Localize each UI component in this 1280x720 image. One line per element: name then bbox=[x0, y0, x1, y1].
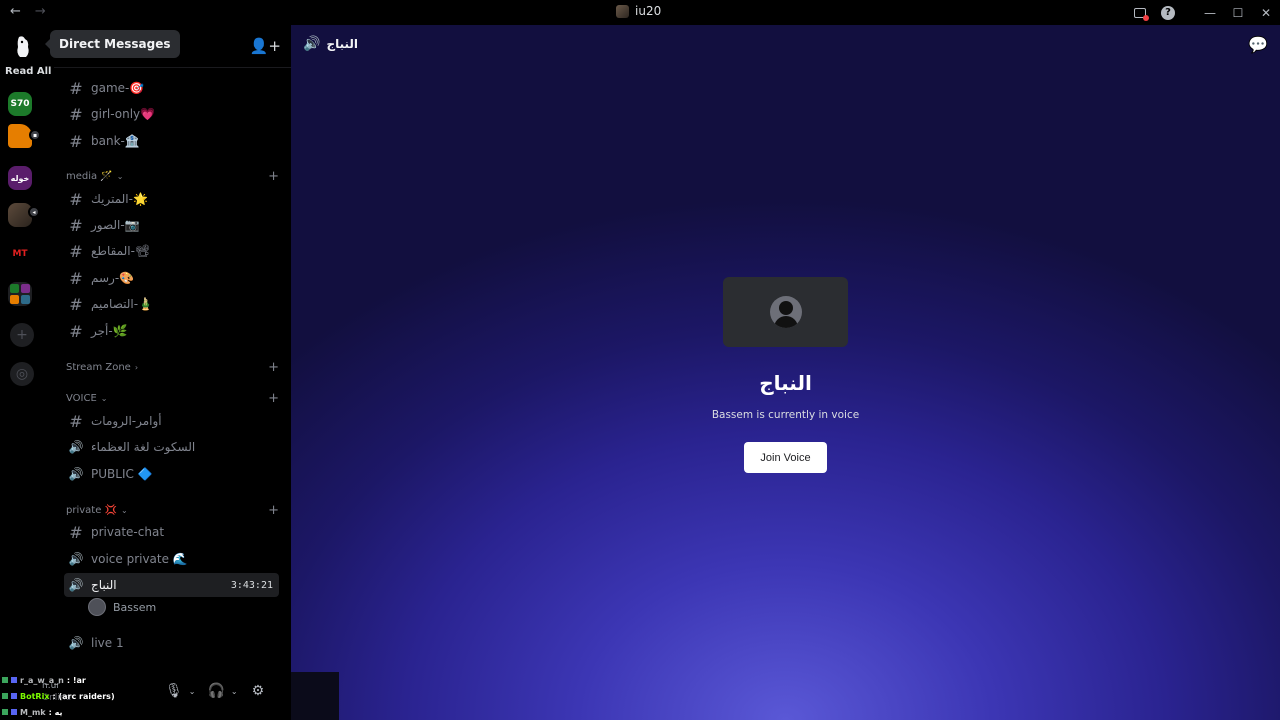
category-voice[interactable]: VOICE ⌄ + bbox=[66, 390, 279, 406]
voice-status-text: Bassem is currently in voice bbox=[711, 409, 860, 421]
speaker-icon: 🔊 bbox=[68, 467, 84, 481]
create-channel-plus-icon[interactable]: + bbox=[268, 503, 279, 518]
hashtag-icon: # bbox=[69, 268, 83, 288]
hashtag-icon: # bbox=[69, 294, 83, 314]
create-channel-plus-icon[interactable]: + bbox=[268, 360, 279, 375]
speaker-icon: 🔊 bbox=[68, 636, 84, 650]
title-bar: ← → iu20 ? — ☐ ✕ bbox=[0, 0, 1280, 25]
channel-private-chat[interactable]: # private-chat bbox=[64, 520, 279, 544]
server-icon-1[interactable]: S70 bbox=[8, 92, 32, 116]
hashtag-icon: # bbox=[69, 522, 83, 542]
back-arrow-icon[interactable]: ← bbox=[10, 4, 21, 19]
help-icon[interactable]: ? bbox=[1154, 0, 1182, 25]
overlay-strip bbox=[291, 672, 339, 720]
hashtag-icon: # bbox=[69, 321, 83, 341]
channel-header: 🔊 النباج 💬 bbox=[291, 25, 1280, 63]
category-media[interactable]: media 🪄 ⌄ + bbox=[66, 168, 279, 184]
window-controls: ? — ☐ ✕ bbox=[1126, 0, 1280, 25]
speaker-icon: 🔊 bbox=[68, 578, 84, 592]
discover-servers-icon[interactable]: ◎ bbox=[10, 362, 34, 386]
channel-voice-silence[interactable]: 🔊 السكوت لغة العظماء bbox=[64, 435, 279, 459]
hashtag-icon: # bbox=[69, 189, 83, 209]
channel-sidebar: 👤+ # game-🎯 # girl-only💗 # bank-🏦 media … bbox=[54, 25, 291, 720]
server-2-voice-badge-icon: ▪ bbox=[29, 129, 41, 141]
maximize-button[interactable]: ☐ bbox=[1224, 0, 1252, 25]
voice-user-bassem[interactable]: Bassem bbox=[88, 598, 156, 616]
chevron-down-icon: ⌄ bbox=[116, 171, 124, 181]
channel-bank[interactable]: # bank-🏦 bbox=[64, 129, 279, 153]
server-4-speaker-badge-icon: ◂ bbox=[28, 206, 40, 218]
speaker-icon: 🔊 bbox=[68, 440, 84, 454]
create-channel-plus-icon[interactable]: + bbox=[268, 169, 279, 184]
add-friend-icon[interactable]: 👤+ bbox=[250, 37, 281, 55]
minimize-button[interactable]: — bbox=[1196, 0, 1224, 25]
chevron-down-icon[interactable]: ⌄ bbox=[231, 687, 238, 696]
inbox-icon[interactable] bbox=[1126, 0, 1154, 25]
server-rail: Read All S70 ▪ خوله ◂ MT + ◎ bbox=[0, 25, 54, 720]
voice-channel-title: النباج bbox=[759, 371, 812, 395]
channel-media-5[interactable]: # التصاميم-🎍 bbox=[64, 292, 279, 316]
window-title: iu20 bbox=[616, 4, 661, 18]
window-title-text: iu20 bbox=[635, 4, 662, 18]
create-channel-plus-icon[interactable]: + bbox=[268, 391, 279, 406]
channel-voice-private[interactable]: 🔊 voice private 🌊 bbox=[64, 547, 279, 571]
hashtag-icon: # bbox=[69, 131, 83, 151]
category-private[interactable]: private 💢 ⌄ + bbox=[66, 502, 279, 518]
hashtag-icon: # bbox=[69, 78, 83, 98]
server-icon-5[interactable]: MT bbox=[8, 242, 32, 266]
channel-voice-active[interactable]: 🔊 النباج 3:43:21 bbox=[64, 573, 279, 597]
speaker-icon: 🔊 bbox=[68, 552, 84, 566]
channel-media-3[interactable]: # المقاطع-📽 bbox=[64, 239, 279, 263]
channel-voice-commands[interactable]: # أوامر-الرومات bbox=[64, 409, 279, 433]
speaker-icon: 🔊 bbox=[303, 36, 321, 52]
headphones-icon[interactable]: 🎧 bbox=[207, 683, 224, 699]
direct-messages-button[interactable] bbox=[11, 33, 35, 61]
server-thumbnail-icon bbox=[616, 4, 629, 18]
channel-voice-public[interactable]: 🔊 PUBLIC 🔷 bbox=[64, 462, 279, 486]
hashtag-icon: # bbox=[69, 241, 83, 261]
overlay-message: M_mk : يه bbox=[2, 704, 292, 720]
channel-media-1[interactable]: # المتريك-🌟 bbox=[64, 187, 279, 211]
chevron-down-icon: ⌄ bbox=[121, 505, 128, 515]
hashtag-icon: # bbox=[69, 104, 83, 124]
channel-media-4[interactable]: # رسم-🎨 bbox=[64, 266, 279, 290]
chevron-down-icon: ⌄ bbox=[100, 393, 108, 403]
voice-participant-tile[interactable] bbox=[723, 277, 848, 347]
microphone-icon[interactable]: 🎙 bbox=[165, 683, 183, 699]
channel-girl-only[interactable]: # girl-only💗 bbox=[64, 102, 279, 126]
user-panel-controls: 🎙 ⌄ 🎧 ⌄ ⚙ bbox=[165, 683, 264, 699]
voice-channel-view: 🔊 النباج 💬 النباج Bassem is currently in… bbox=[291, 25, 1280, 720]
channel-game[interactable]: # game-🎯 bbox=[64, 76, 279, 100]
join-voice-button[interactable]: Join Voice bbox=[744, 442, 827, 473]
category-stream-zone[interactable]: Stream Zone › + bbox=[66, 359, 279, 375]
read-all-button[interactable]: Read All bbox=[5, 66, 51, 77]
channel-media-6[interactable]: # أجر-🌿 bbox=[64, 319, 279, 343]
server-folder-icon[interactable] bbox=[8, 282, 32, 306]
chat-bubble-icon[interactable]: 💬 bbox=[1248, 35, 1268, 54]
hashtag-icon: # bbox=[69, 215, 83, 235]
home-logo-icon bbox=[17, 36, 29, 57]
chevron-right-icon: › bbox=[134, 362, 139, 372]
add-server-icon[interactable]: + bbox=[10, 323, 34, 347]
settings-gear-icon[interactable]: ⚙ bbox=[252, 683, 265, 699]
nav-buttons: ← → bbox=[10, 4, 46, 19]
voice-timer: 3:43:21 bbox=[230, 579, 273, 591]
direct-messages-tooltip: Direct Messages bbox=[45, 30, 180, 58]
channel-header-title: النباج bbox=[326, 37, 359, 51]
chevron-down-icon[interactable]: ⌄ bbox=[189, 687, 196, 696]
hashtag-icon: # bbox=[69, 411, 83, 431]
forward-arrow-icon[interactable]: → bbox=[35, 4, 46, 19]
server-icon-3[interactable]: خوله bbox=[8, 166, 32, 190]
avatar bbox=[88, 598, 106, 616]
close-button[interactable]: ✕ bbox=[1252, 0, 1280, 25]
channel-media-2[interactable]: # الصور-📷 bbox=[64, 213, 279, 237]
avatar bbox=[769, 296, 802, 328]
